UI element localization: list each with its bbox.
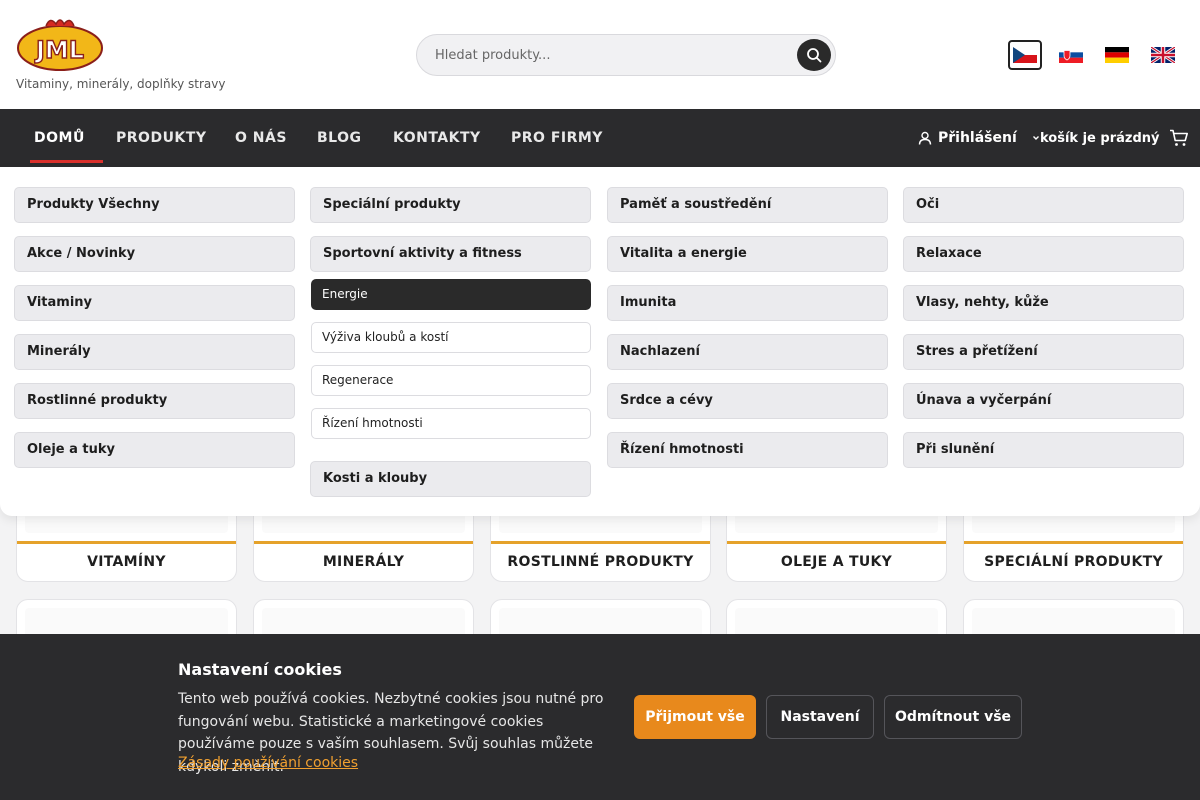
- menu-item[interactable]: Sportovní aktivity a fitness: [310, 236, 591, 272]
- submenu-item[interactable]: Regenerace: [311, 365, 591, 396]
- cookie-title: Nastavení cookies: [178, 660, 342, 679]
- german-flag-icon: [1105, 47, 1129, 63]
- nav-contacts[interactable]: KONTAKTY: [393, 109, 481, 167]
- menu-item[interactable]: Vitaminy: [14, 285, 295, 321]
- language-switcher: [1008, 40, 1180, 70]
- nav-blog[interactable]: BLOG: [317, 109, 362, 167]
- menu-item[interactable]: Oči: [903, 187, 1184, 223]
- user-icon: [918, 131, 932, 145]
- menu-item[interactable]: Relaxace: [903, 236, 1184, 272]
- menu-item[interactable]: Speciální produkty: [310, 187, 591, 223]
- nav-about[interactable]: O NÁS: [235, 109, 287, 167]
- login-button[interactable]: Přihlášení: [918, 109, 1041, 167]
- menu-item[interactable]: Při slunění: [903, 432, 1184, 468]
- cookie-settings-button[interactable]: Nastavení: [766, 695, 874, 739]
- lang-cz-button[interactable]: [1008, 40, 1042, 70]
- czech-flag-icon: [1013, 47, 1037, 63]
- cart-icon: [1170, 129, 1189, 146]
- menu-item[interactable]: Řízení hmotnosti: [607, 432, 888, 468]
- search-bar: [416, 34, 836, 76]
- menu-item[interactable]: Produkty Všechny: [14, 187, 295, 223]
- menu-item[interactable]: Minerály: [14, 334, 295, 370]
- menu-item[interactable]: Rostlinné produkty: [14, 383, 295, 419]
- menu-item[interactable]: Vlasy, nehty, kůže: [903, 285, 1184, 321]
- reject-all-button[interactable]: Odmítnout vše: [884, 695, 1022, 739]
- slovak-flag-icon: [1059, 47, 1083, 63]
- card-accent-bar: [17, 541, 236, 544]
- nav-home[interactable]: DOMŮ: [30, 109, 103, 167]
- jml-logo[interactable]: JML: [16, 16, 104, 72]
- nav-products[interactable]: PRODUKTY: [116, 109, 206, 167]
- menu-item[interactable]: Vitalita a energie: [607, 236, 888, 272]
- search-icon: [807, 48, 822, 63]
- lang-de-button[interactable]: [1100, 40, 1134, 70]
- cookie-policy-link[interactable]: Zásady používání cookies: [178, 755, 358, 771]
- menu-item[interactable]: Stres a přetížení: [903, 334, 1184, 370]
- site-tagline: Vitaminy, minerály, doplňky stravy: [16, 77, 226, 91]
- menu-item[interactable]: Srdce a cévy: [607, 383, 888, 419]
- submenu-item-active[interactable]: Energie: [311, 279, 591, 310]
- products-mega-menu: Produkty Všechny Akce / Novinky Vitaminy…: [0, 167, 1200, 516]
- category-label: MINERÁLY: [322, 554, 405, 570]
- main-navigation: DOMŮ PRODUKTY O NÁS BLOG KONTAKTY PRO FI…: [0, 109, 1200, 167]
- cart-status: košík je prázdný: [1040, 130, 1160, 146]
- lang-sk-button[interactable]: [1054, 40, 1088, 70]
- menu-item[interactable]: Nachlazení: [607, 334, 888, 370]
- category-label: OLEJE A TUKY: [780, 554, 893, 570]
- login-label: Přihlášení: [938, 130, 1017, 146]
- menu-item[interactable]: Akce / Novinky: [14, 236, 295, 272]
- card-accent-bar: [491, 541, 710, 544]
- cookie-banner: Nastavení cookies Tento web používá cook…: [0, 634, 1200, 800]
- accept-all-button[interactable]: Přijmout vše: [634, 695, 756, 739]
- submenu-item[interactable]: Výživa kloubů a kostí: [311, 322, 591, 353]
- svg-text:JML: JML: [34, 36, 84, 64]
- card-accent-bar: [727, 541, 946, 544]
- uk-flag-icon: [1151, 47, 1175, 63]
- search-button[interactable]: [797, 39, 831, 71]
- card-accent-bar: [964, 541, 1183, 544]
- menu-item[interactable]: Paměť a soustředění: [607, 187, 888, 223]
- menu-item[interactable]: Únava a vyčerpání: [903, 383, 1184, 419]
- lang-en-button[interactable]: [1146, 40, 1180, 70]
- category-label: SPECIÁLNÍ PRODUKTY: [984, 554, 1163, 570]
- submenu-item[interactable]: Řízení hmotnosti: [311, 408, 591, 439]
- search-input[interactable]: [435, 43, 795, 67]
- category-label: ROSTLINNÉ PRODUKTY: [507, 554, 694, 570]
- menu-item[interactable]: Oleje a tuky: [14, 432, 295, 468]
- menu-item[interactable]: Imunita: [607, 285, 888, 321]
- menu-item[interactable]: Kosti a klouby: [310, 461, 591, 497]
- category-label: VITAMÍNY: [87, 554, 166, 570]
- cart-button[interactable]: košík je prázdný: [1040, 109, 1189, 167]
- nav-for-companies[interactable]: PRO FIRMY: [511, 109, 603, 167]
- site-header: JML Vitaminy, minerály, doplňky stravy: [0, 0, 1200, 109]
- card-accent-bar: [254, 541, 473, 544]
